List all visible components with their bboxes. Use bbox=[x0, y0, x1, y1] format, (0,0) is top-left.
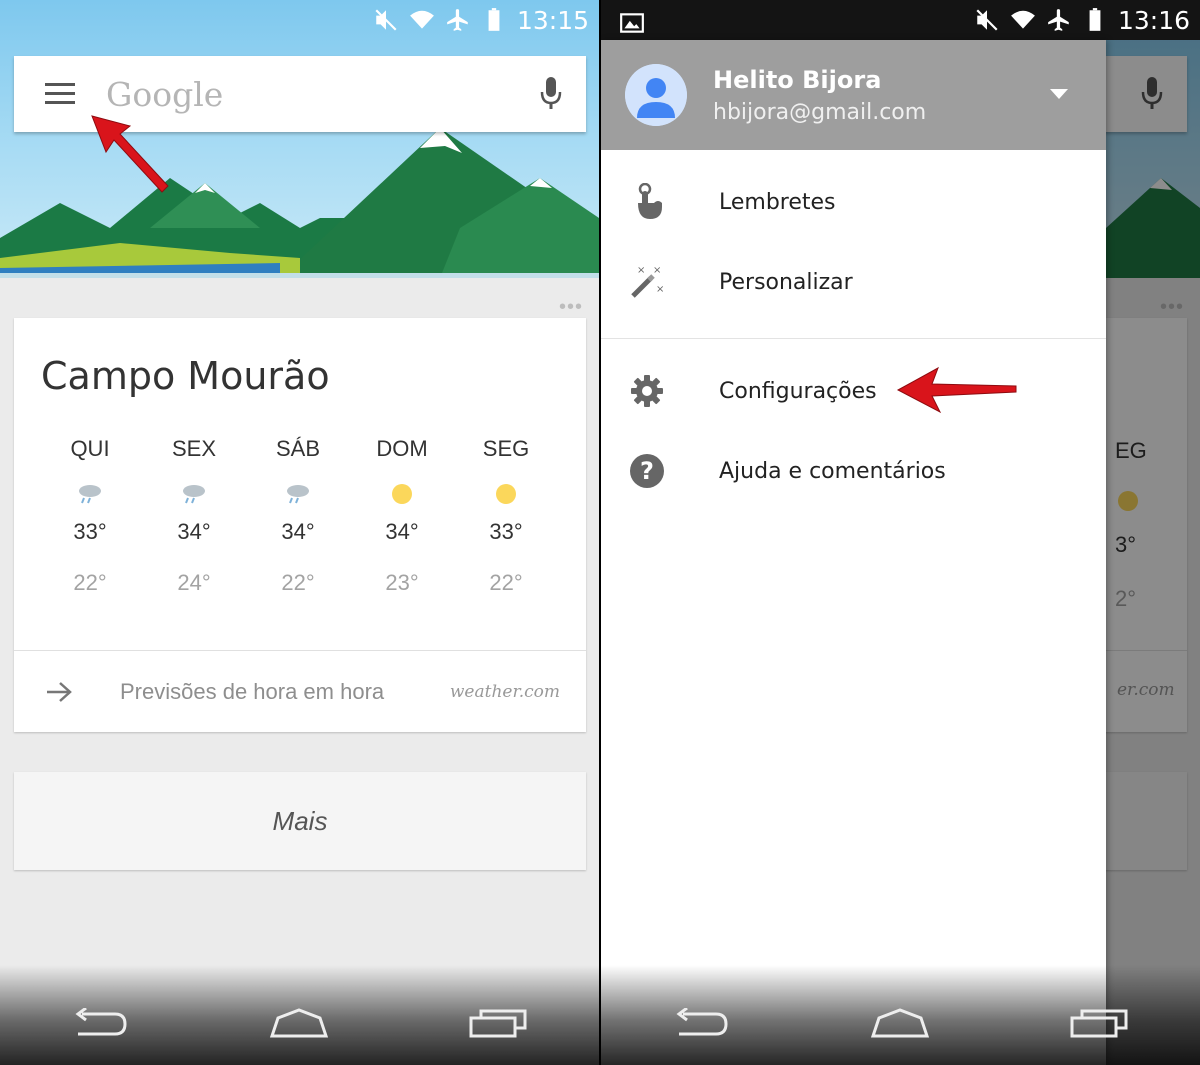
back-button[interactable] bbox=[60, 1003, 140, 1043]
mute-icon bbox=[375, 9, 397, 31]
magic-wand-icon: × × × bbox=[601, 264, 693, 300]
rain-cloud-icon bbox=[38, 474, 142, 514]
day-high: 33° bbox=[73, 519, 107, 544]
day-high: 34° bbox=[281, 519, 315, 544]
home-icon bbox=[270, 1008, 329, 1038]
sun-icon bbox=[350, 474, 454, 514]
menu-item-lembretes[interactable]: Lembretes bbox=[601, 162, 1106, 242]
svg-text:×: × bbox=[637, 265, 645, 276]
menu-label: Lembretes bbox=[719, 189, 836, 215]
menu-item-personalizar[interactable]: × × × Personalizar bbox=[601, 242, 1106, 322]
navigation-drawer: Helito Bijora hbijora@gmail.com Lembrete… bbox=[601, 40, 1106, 1065]
menu-item-ajuda[interactable]: ? Ajuda e comentários bbox=[601, 431, 1106, 511]
back-icon bbox=[75, 1008, 127, 1036]
menu-label: Ajuda e comentários bbox=[719, 458, 946, 484]
navigation-bar bbox=[601, 965, 1200, 1065]
account-info: Helito Bijora hbijora@gmail.com bbox=[713, 66, 926, 125]
account-header[interactable]: Helito Bijora hbijora@gmail.com bbox=[601, 40, 1106, 150]
day-high: 34° bbox=[177, 519, 211, 544]
forecast-day: DOM 34° 23° bbox=[350, 436, 454, 596]
home-button[interactable] bbox=[259, 1003, 339, 1043]
sun-icon bbox=[454, 474, 558, 514]
more-button[interactable]: Mais bbox=[14, 772, 586, 870]
forecast-day: SEX 34° 24° bbox=[142, 436, 246, 596]
right-screen: ••• EG 3° 2° er.com 13:16 Helito Bijora … bbox=[601, 0, 1200, 1065]
day-name: SEX bbox=[171, 436, 217, 461]
menu-divider bbox=[601, 338, 1106, 339]
forecast-day: SÁB 34° 22° bbox=[246, 436, 350, 596]
wifi-icon bbox=[410, 10, 434, 29]
recents-button[interactable] bbox=[1060, 1003, 1140, 1043]
hamburger-menu-button[interactable] bbox=[28, 56, 92, 132]
status-bar: 13:16 bbox=[601, 0, 1200, 40]
left-screen: 13:15 Google ••• Campo Mourão QUI 33° 22… bbox=[0, 0, 599, 1065]
hourly-forecast-link[interactable]: Previsões de hora em hora weather.com bbox=[14, 651, 586, 732]
day-high: 33° bbox=[489, 519, 523, 544]
status-time: 13:15 bbox=[516, 5, 589, 35]
day-name: DOM bbox=[376, 436, 428, 461]
menu-label: Configurações bbox=[719, 378, 877, 404]
home-icon bbox=[871, 1008, 930, 1038]
forecast-day: SEG 33° 22° bbox=[454, 436, 558, 596]
battery-icon bbox=[1089, 8, 1101, 31]
caret-down-icon bbox=[1050, 89, 1068, 99]
gear-icon bbox=[601, 374, 693, 408]
day-name: SÁB bbox=[275, 436, 321, 461]
status-bar: 13:15 bbox=[0, 0, 599, 40]
weather-card: Campo Mourão QUI 33° 22° SEX 34° 24° SÁB… bbox=[14, 318, 586, 732]
card-overflow-icon[interactable]: ••• bbox=[559, 296, 583, 319]
account-dropdown-button[interactable] bbox=[1050, 86, 1068, 104]
airplane-icon bbox=[447, 9, 468, 31]
day-name: QUI bbox=[70, 436, 110, 461]
day-low: 24° bbox=[177, 570, 211, 595]
recents-icon bbox=[469, 1009, 527, 1038]
day-low: 22° bbox=[281, 570, 315, 595]
airplane-icon bbox=[1048, 9, 1069, 31]
weather-source: weather.com bbox=[449, 681, 560, 702]
google-logo[interactable]: Google bbox=[106, 75, 516, 114]
account-email: hbijora@gmail.com bbox=[713, 99, 927, 125]
day-name: SEG bbox=[482, 436, 530, 461]
recents-button[interactable] bbox=[459, 1003, 539, 1043]
voice-search-button[interactable] bbox=[516, 56, 586, 132]
reminder-hand-icon bbox=[601, 183, 693, 221]
weather-city: Campo Mourão bbox=[41, 354, 330, 398]
menu-item-configuracoes[interactable]: Configurações bbox=[601, 351, 1106, 431]
forecast-row: QUI 33° 22° SEX 34° 24° SÁB 34° 22° DOM … bbox=[38, 436, 558, 596]
person-icon bbox=[625, 64, 687, 126]
account-name: Helito Bijora bbox=[713, 65, 882, 94]
svg-text:?: ? bbox=[640, 457, 654, 485]
microphone-icon bbox=[540, 77, 562, 109]
help-icon: ? bbox=[601, 453, 693, 489]
drawer-menu: Lembretes × × × Personalizar Configuraçõ… bbox=[601, 150, 1106, 511]
avatar bbox=[625, 64, 687, 126]
back-button[interactable] bbox=[661, 1003, 741, 1043]
forecast-day: QUI 33° 22° bbox=[38, 436, 142, 596]
menu-icon bbox=[45, 83, 75, 104]
mute-icon bbox=[976, 9, 998, 31]
annotation-arrow-icon bbox=[91, 115, 169, 193]
day-low: 22° bbox=[73, 570, 107, 595]
day-high: 34° bbox=[385, 519, 419, 544]
rain-cloud-icon bbox=[246, 474, 350, 514]
day-low: 23° bbox=[385, 570, 419, 595]
svg-text:×: × bbox=[653, 265, 661, 276]
more-label: Mais bbox=[272, 805, 328, 836]
back-icon bbox=[676, 1008, 728, 1036]
battery-icon bbox=[488, 8, 500, 31]
rain-cloud-icon bbox=[142, 474, 246, 514]
wifi-icon bbox=[1011, 10, 1035, 29]
status-time: 13:16 bbox=[1117, 5, 1190, 35]
svg-text:×: × bbox=[656, 284, 664, 295]
arrow-right-icon bbox=[14, 680, 104, 704]
navigation-bar bbox=[0, 965, 599, 1065]
hourly-forecast-label[interactable]: Previsões de hora em hora bbox=[120, 679, 450, 705]
menu-label: Personalizar bbox=[719, 269, 853, 295]
annotation-arrow-icon bbox=[896, 366, 1017, 414]
image-notification-icon bbox=[620, 13, 644, 33]
home-button[interactable] bbox=[860, 1003, 940, 1043]
day-low: 22° bbox=[489, 570, 523, 595]
recents-icon bbox=[1070, 1009, 1128, 1038]
